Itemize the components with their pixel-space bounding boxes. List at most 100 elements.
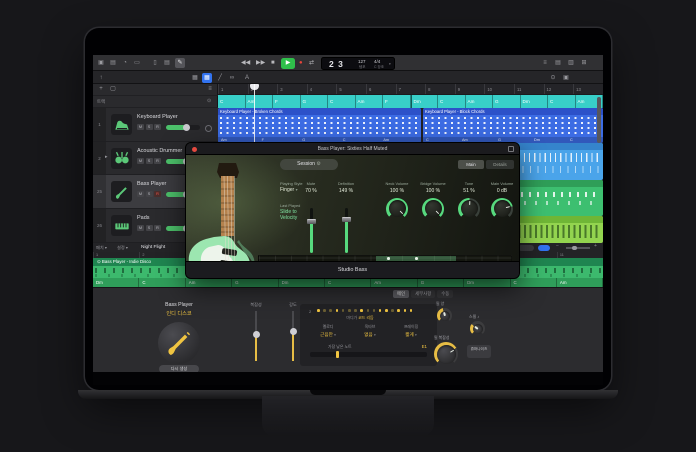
pattern-dot[interactable]	[336, 309, 339, 312]
add-track-icon[interactable]: +	[96, 85, 106, 94]
pattern-dot[interactable]	[323, 309, 326, 312]
plugin-tab-details[interactable]: Details	[486, 160, 514, 169]
pattern-dot[interactable]	[367, 309, 370, 312]
track-zoom-thumb[interactable]	[572, 246, 577, 251]
chord-cell[interactable]: C	[328, 95, 356, 108]
bar-ruler[interactable]: 12345678910111213	[218, 84, 603, 95]
slider-thumb[interactable]	[342, 217, 351, 222]
plugin-knob-neck-volume[interactable]: Neck Volume100 %	[382, 181, 412, 220]
bass-player-avatar[interactable]	[158, 322, 200, 364]
stop-button[interactable]: ■	[271, 57, 275, 69]
forward-button[interactable]: ▶▶	[256, 57, 265, 69]
mixer-icon[interactable]: ▤	[108, 58, 118, 68]
track-r-button[interactable]: R	[154, 191, 161, 197]
chord-cell[interactable]: Dm	[521, 95, 549, 108]
editor-slider-1[interactable]: 복잡성	[243, 302, 269, 308]
dropdown-value[interactable]: 짧게 ▾	[388, 332, 434, 338]
chord-cell[interactable]: G	[301, 95, 329, 108]
automation-icon[interactable]: A	[242, 73, 252, 83]
knob[interactable]	[386, 198, 408, 220]
slider-thumb[interactable]	[253, 331, 260, 338]
catch-icon[interactable]: ⊙	[548, 73, 558, 83]
humanize-button[interactable]: 휴머나이즈	[467, 345, 491, 358]
pattern-dot[interactable]	[385, 309, 388, 312]
chord-cell[interactable]: C	[218, 95, 246, 108]
editor-tab-세부사항[interactable]: 세부사항	[411, 290, 435, 298]
track-m-button[interactable]: M	[137, 158, 144, 164]
chord-cell[interactable]: Am	[246, 95, 274, 108]
chord-cell[interactable]: C	[548, 95, 576, 108]
dropdown-2[interactable]: 옥타브없음 ▾	[352, 324, 388, 338]
chord-track[interactable]: CAmFGCAmFDmCAmGDmCAm	[218, 95, 603, 108]
record-button[interactable]: ●	[299, 57, 303, 69]
editor-knob-1[interactable]	[437, 308, 452, 323]
slider-thumb[interactable]	[290, 328, 297, 335]
track-s-button[interactable]: S	[146, 158, 153, 164]
up-arrow-icon[interactable]: ↑	[96, 73, 106, 83]
region-view-icon[interactable]: ▦	[202, 73, 212, 83]
new-folder-icon[interactable]: ▢	[108, 85, 118, 94]
track-volume-slider[interactable]	[166, 125, 200, 130]
dropdown-1[interactable]: 멜로디근음만 ▾	[306, 324, 350, 338]
track-m-button[interactable]: M	[137, 124, 144, 130]
vertical-scrollbar[interactable]	[597, 97, 601, 143]
playing-style-value[interactable]: Finger ▾	[280, 187, 298, 193]
pattern-dots[interactable]	[317, 309, 412, 312]
track-r-button[interactable]: R	[154, 124, 161, 130]
track-s-button[interactable]: S	[146, 124, 153, 130]
track-s-button[interactable]: S	[146, 191, 153, 197]
dropdown-value[interactable]: 근음만 ▾	[306, 332, 350, 338]
chord-cell[interactable]: Am	[466, 95, 494, 108]
pattern-dot[interactable]	[410, 309, 413, 312]
pattern-dot[interactable]	[342, 309, 345, 312]
smart-controls-icon[interactable]: ◔	[120, 58, 130, 68]
midi-in-button[interactable]	[538, 245, 550, 251]
plugin-slider-definition[interactable]: Definition149 %	[333, 181, 359, 194]
slider-thumb[interactable]	[307, 219, 316, 224]
editor-knob-3[interactable]	[434, 342, 458, 366]
pattern-dot[interactable]	[397, 309, 400, 312]
chord-cell[interactable]: F	[383, 95, 411, 108]
plugin-knob-tone[interactable]: Tone51 %	[454, 181, 484, 220]
rewind-button[interactable]: ◀◀	[241, 57, 250, 69]
glue-tool-icon[interactable]: ∞	[227, 73, 237, 83]
track-r-button[interactable]: R	[154, 225, 161, 231]
list-editors-icon[interactable]: ▤	[162, 58, 172, 68]
lcd-display[interactable]: 2 3 127 템포 4/4 C 장조 ▾	[321, 57, 395, 70]
pattern-dot[interactable]	[360, 309, 363, 312]
region-keyboard-block-chords[interactable]: Keyboard Player - Block Chords CAmGDmC	[423, 108, 603, 143]
knob[interactable]	[422, 198, 444, 220]
zoom-preset-icon[interactable]: ▣	[561, 73, 571, 83]
chord-cell[interactable]: Am	[356, 95, 384, 108]
patch-menu[interactable]: 패치 ▾	[96, 245, 107, 251]
browser-icon[interactable]: ▤	[553, 58, 563, 68]
chord-cell[interactable]: Dm	[411, 95, 439, 108]
lowest-note-slider[interactable]	[310, 352, 427, 357]
bin-icon[interactable]: ▯	[150, 58, 160, 68]
play-button[interactable]: ▶	[281, 58, 295, 69]
cycle-button[interactable]: ⇄	[309, 57, 314, 69]
dropdown-value[interactable]: 없음 ▾	[352, 332, 388, 338]
knob[interactable]	[491, 198, 513, 220]
editor-tab-메인[interactable]: 메인	[393, 290, 409, 298]
chord-cell[interactable]: C	[438, 95, 466, 108]
zoom-in-icon[interactable]: +	[594, 243, 597, 249]
notes-icon[interactable]: ▥	[566, 58, 576, 68]
grid-view-icon[interactable]: ▦	[190, 73, 200, 83]
track-s-button[interactable]: S	[146, 225, 153, 231]
link-icon[interactable]	[508, 146, 514, 152]
gear-icon[interactable]: ⚙	[316, 161, 320, 167]
zoom-out-icon[interactable]: −	[556, 243, 559, 249]
pencil-tool-icon[interactable]: ✎	[175, 58, 185, 68]
track-m-button[interactable]: M	[137, 191, 144, 197]
plugin-slider-mute[interactable]: Mute70 %	[298, 181, 324, 194]
waveform-zoom-menu[interactable]	[518, 245, 534, 251]
chord-cell[interactable]: F	[273, 95, 301, 108]
track-zoom-slider[interactable]	[566, 247, 590, 249]
lowest-note-thumb[interactable]	[336, 351, 339, 358]
editor-tab-수동[interactable]: 수동	[437, 290, 453, 298]
pattern-dot[interactable]	[373, 309, 376, 312]
plugin-knob-main-volume[interactable]: Main Volume0 dB	[487, 181, 517, 220]
patch-name[interactable]: Night Flight	[141, 245, 165, 250]
knob[interactable]	[458, 198, 480, 220]
